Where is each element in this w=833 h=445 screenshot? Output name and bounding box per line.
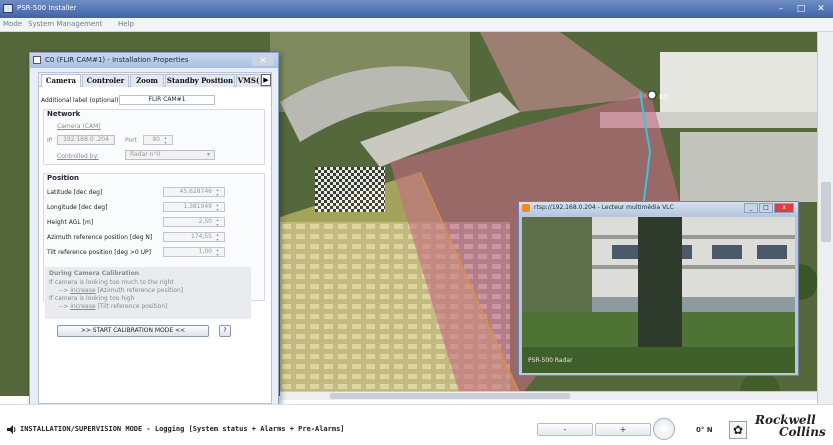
calibration-increase-link-2: increase: [70, 303, 96, 310]
scroll-thumb-horizontal[interactable]: [330, 393, 570, 399]
tilt-label: Tilt reference position [deg >0 UP]: [47, 249, 151, 256]
app-titlebar: PSR-500 Installer – □ ✕: [0, 0, 833, 18]
additional-label-label: Additional label (optional): [41, 97, 119, 104]
camera-video-feed: PSR-500 Radar: [522, 217, 795, 373]
zoom-in-button[interactable]: +: [595, 423, 651, 436]
additional-label-input[interactable]: FLIR CAM#1: [119, 95, 215, 105]
position-header: Position: [47, 174, 80, 182]
controlled-by-link[interactable]: Controlled by:: [57, 153, 99, 160]
dialog-title: C0 (FLIR CAM#1) - Installation Propertie…: [45, 56, 189, 64]
controlled-by-value: Radar n°0: [130, 151, 161, 158]
tab-vms[interactable]: VMS(: [236, 74, 261, 87]
tab-controler[interactable]: Controler: [82, 74, 129, 87]
latitude-label: Latitude [dec deg]: [47, 189, 103, 196]
camera-video-image: [522, 217, 795, 373]
calibration-line4-arrow: -->: [59, 303, 71, 310]
calibration-line1: If camera is looking too much to the rig…: [49, 279, 174, 286]
tilt-input[interactable]: 1,00: [163, 247, 225, 257]
longitude-label: Longitude [dec deg]: [47, 204, 108, 211]
calibration-line2-arrow: -->: [59, 287, 71, 294]
tab-standby-position[interactable]: Standby Position: [165, 74, 235, 87]
app-title: PSR-500 Installer: [17, 4, 77, 12]
ip-input[interactable]: 192.168.0 .204: [57, 135, 115, 145]
azimuth-label: Azimuth reference position [deg N]: [47, 234, 153, 241]
height-label: Height AGL [m]: [47, 219, 94, 226]
compass-dial[interactable]: [653, 418, 675, 440]
longitude-input[interactable]: 1,381949: [163, 202, 225, 212]
scroll-thumb[interactable]: [821, 182, 831, 242]
installation-properties-dialog: C0 (FLIR CAM#1) - Installation Propertie…: [29, 52, 279, 410]
map-vertical-scrollbar[interactable]: [817, 32, 833, 404]
port-input[interactable]: 80: [143, 135, 173, 145]
chevron-down-icon: ▾: [206, 151, 210, 158]
azimuth-input[interactable]: 174,55: [163, 232, 225, 242]
close-button[interactable]: ✕: [813, 3, 829, 15]
map-horizontal-scrollbar[interactable]: [280, 391, 817, 400]
video-watermark: PSR-500 Radar: [528, 357, 573, 364]
radar-marker-label: 80: [659, 93, 668, 101]
menu-help[interactable]: Help: [118, 20, 134, 28]
zoom-out-button[interactable]: -: [537, 423, 593, 436]
vlc-close-button[interactable]: x: [774, 203, 794, 213]
ip-label: IP: [47, 137, 53, 144]
calibration-increase-link-1: increase: [70, 287, 96, 294]
tab-scroll-right-icon[interactable]: ▶: [261, 74, 271, 86]
vlc-minimize-button[interactable]: _: [744, 203, 758, 213]
calibration-line4-rest: [Tilt reference position]: [95, 303, 168, 310]
camera-cam-link[interactable]: Camera (CAM): [57, 123, 101, 130]
network-header: Network: [47, 110, 81, 118]
minimize-button[interactable]: –: [773, 3, 789, 15]
dialog-body: Camera Controler Zoom Standby Position V…: [38, 72, 272, 404]
vlc-title: rtsp://192.168.0.204 - Lecteur multimédi…: [534, 204, 674, 211]
mode-status-text: INSTALLATION/SUPERVISION MODE - Logging …: [20, 425, 345, 433]
latitude-input[interactable]: 45,628746: [163, 187, 225, 197]
tab-bar: Camera Controler Zoom Standby Position V…: [39, 73, 271, 87]
calibration-title: During Camera Calibration: [49, 270, 139, 277]
tab-zoom[interactable]: Zoom: [130, 74, 164, 87]
statusbar: INSTALLATION/SUPERVISION MODE - Logging …: [0, 404, 833, 445]
menubar: Mode System Management Help: [0, 18, 833, 32]
dialog-titlebar[interactable]: C0 (FLIR CAM#1) - Installation Propertie…: [30, 53, 278, 68]
menu-mode[interactable]: Mode: [3, 20, 22, 28]
vlc-maximize-button[interactable]: □: [759, 203, 773, 213]
height-input[interactable]: 2,50: [163, 217, 225, 227]
tab-camera[interactable]: Camera: [41, 74, 81, 87]
calibration-help-box: During Camera Calibration If camera is l…: [45, 267, 251, 319]
start-calibration-button[interactable]: >> START CALIBRATION MODE <<: [57, 325, 209, 337]
speaker-icon[interactable]: [7, 425, 17, 434]
app-icon: [3, 4, 13, 13]
maximize-button[interactable]: □: [793, 3, 809, 15]
port-label: Port: [125, 137, 137, 144]
vlc-titlebar[interactable]: rtsp://192.168.0.204 - Lecteur multimédi…: [519, 202, 798, 215]
gear-icon[interactable]: ✿: [729, 421, 747, 439]
vlc-cone-icon: [522, 204, 530, 212]
calibration-line3: If camera is looking too high: [49, 295, 135, 302]
calibration-help-button[interactable]: ?: [219, 325, 231, 337]
dialog-icon: [33, 56, 41, 64]
heading-value: 0° N: [696, 426, 713, 434]
brand-line2: Collins: [779, 425, 826, 439]
calibration-line2-rest: [Azimuth reference position]: [95, 287, 184, 294]
controlled-by-select[interactable]: Radar n°0 ▾: [125, 150, 215, 160]
calibration-line2: --> increase [Azimuth reference position…: [59, 287, 183, 294]
vlc-video-window: rtsp://192.168.0.204 - Lecteur multimédi…: [518, 201, 799, 376]
menu-system-management[interactable]: System Management: [28, 20, 102, 28]
calibration-line4: --> increase [Tilt reference position]: [59, 303, 168, 310]
dialog-close-button[interactable]: ✕: [252, 55, 274, 66]
